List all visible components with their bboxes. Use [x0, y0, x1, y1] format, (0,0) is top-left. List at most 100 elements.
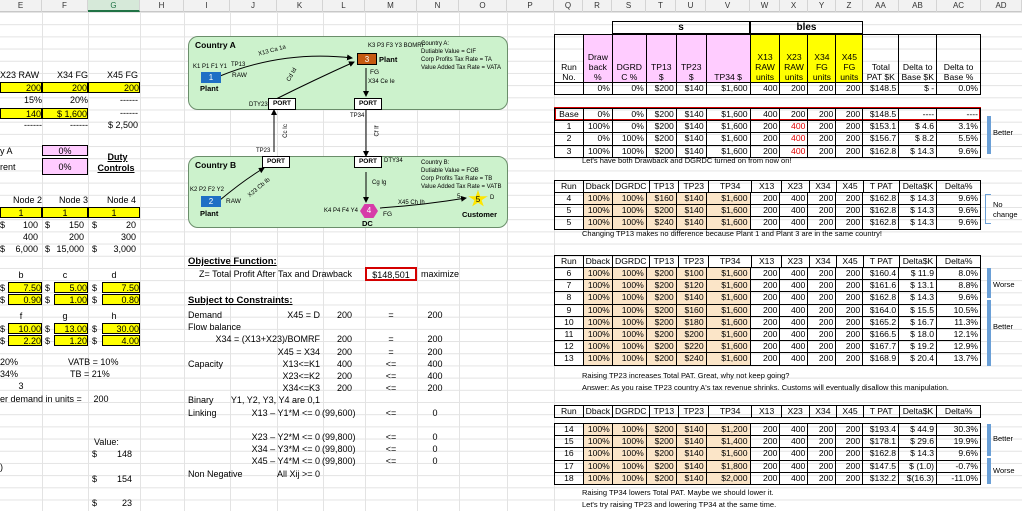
table-cell[interactable]: $ 19.2	[898, 340, 938, 354]
table-cell[interactable]: 100%	[582, 422, 613, 437]
table-cell[interactable]: $ 29.6	[898, 435, 938, 449]
col-header[interactable]: DGRDC	[612, 254, 650, 269]
cell-h1[interactable]: 30.00	[102, 323, 140, 334]
table-cell[interactable]: 100%	[611, 435, 647, 449]
table-cell[interactable]: $166.5	[862, 327, 900, 342]
table-cell[interactable]: 200	[749, 447, 781, 461]
table-cell[interactable]: 200	[807, 191, 837, 206]
table-cell[interactable]: 200	[807, 144, 837, 158]
table-cell[interactable]: $160	[675, 303, 707, 317]
cell-20[interactable]: 20	[88, 220, 136, 231]
table-cell[interactable]: $2,000	[705, 471, 751, 485]
table-cell[interactable]: $153.1	[862, 120, 900, 134]
cell-value-148[interactable]: 148	[100, 449, 132, 460]
col-header-x[interactable]: X	[780, 0, 808, 12]
col-header[interactable]: Run	[554, 179, 584, 194]
col-header-v[interactable]: V	[706, 0, 750, 12]
cell-15000[interactable]: 15,000	[42, 244, 84, 255]
table-cell[interactable]: $160	[645, 191, 677, 206]
table-cell[interactable]: $200	[645, 447, 677, 461]
table-cell[interactable]: 200	[807, 120, 837, 134]
header-value-cell[interactable]: 200	[807, 81, 837, 96]
cell-140[interactable]: 140	[0, 108, 42, 119]
table-cell[interactable]: $200	[645, 352, 677, 366]
table-cell[interactable]: $132.2	[862, 471, 900, 485]
constraint-cell[interactable]: X13 – Y1*M <= 0	[215, 408, 320, 419]
constraint-cell[interactable]: 200	[322, 334, 352, 345]
table-cell[interactable]: $1,600	[705, 352, 751, 366]
table-cell[interactable]: 200	[749, 191, 781, 206]
col-header-aa[interactable]: AA	[863, 0, 899, 12]
table-cell[interactable]: 100%	[582, 191, 613, 206]
table-cell[interactable]: $200	[645, 291, 677, 305]
table-cell[interactable]: 100%	[582, 216, 613, 230]
table-cell[interactable]: $180	[675, 315, 707, 329]
header-value-cell[interactable]: 0%	[582, 81, 613, 96]
table-cell[interactable]: $1,600	[705, 327, 751, 342]
cell-150[interactable]: 150	[42, 220, 84, 231]
table-cell[interactable]: 200	[835, 291, 864, 305]
table-cell[interactable]: $1,600	[705, 132, 751, 146]
cell-f2[interactable]: 2.20	[8, 335, 42, 346]
table-cell[interactable]: $200	[675, 327, 707, 342]
table-cell[interactable]: 200	[835, 352, 864, 366]
cell-b2[interactable]: 0.90	[8, 294, 42, 305]
table-cell[interactable]: 200	[749, 303, 781, 317]
cell-dash2[interactable]: ------	[88, 108, 138, 119]
table-cell[interactable]: 200	[807, 216, 837, 230]
cell-f1[interactable]: 10.00	[8, 323, 42, 334]
col-header-k[interactable]: K	[277, 0, 323, 12]
constraint-cell[interactable]: =	[376, 347, 406, 358]
constraint-cell[interactable]: All Xij >= 0	[215, 469, 320, 480]
constraint-cell[interactable]: =	[376, 334, 406, 345]
table-cell[interactable]: 100%	[582, 447, 613, 461]
col-header[interactable]: TP23	[678, 179, 710, 194]
table-cell[interactable]: 11	[554, 327, 584, 342]
constraint-cell[interactable]: Y1, Y2, Y3, Y4 are 0,1	[215, 395, 320, 406]
col-header[interactable]: X45	[836, 179, 864, 194]
table-cell[interactable]: 400	[779, 191, 809, 206]
col-header-m[interactable]: M	[365, 0, 417, 12]
cell-d2[interactable]: 0.80	[102, 294, 140, 305]
table-cell[interactable]: 19.9%	[936, 435, 981, 449]
table-cell[interactable]: $1,600	[705, 216, 751, 230]
table-cell[interactable]: $200	[645, 132, 677, 146]
constraint-cell[interactable]: (99,600)	[322, 408, 356, 419]
col-header[interactable]: Delta%	[936, 404, 981, 419]
table-cell[interactable]: 200	[807, 435, 837, 449]
cell-g2[interactable]: 1.20	[54, 335, 88, 346]
table-cell[interactable]: $200	[645, 327, 677, 342]
col-header[interactable]: X34 FG units	[807, 34, 837, 83]
table-cell[interactable]: 400	[779, 340, 809, 354]
cell-20pct[interactable]: 20%	[42, 95, 88, 106]
table-cell[interactable]: 400	[779, 266, 809, 281]
table-cell[interactable]: $1,800	[705, 459, 751, 473]
table-cell[interactable]: $1,600	[705, 107, 751, 122]
table-cell[interactable]: 15	[554, 435, 584, 449]
constraint-cell[interactable]: =	[376, 310, 406, 321]
table-cell[interactable]: 100%	[582, 340, 613, 354]
table-cell[interactable]: 9.6%	[936, 291, 981, 305]
table-cell[interactable]: $1,600	[705, 447, 751, 461]
constraint-cell[interactable]: <=	[376, 456, 406, 467]
plant-1-node[interactable]: 1	[201, 72, 221, 83]
table-cell[interactable]: 100%	[582, 279, 613, 293]
col-header[interactable]: Dback	[582, 254, 614, 269]
col-header[interactable]: Delta to Base %	[936, 34, 981, 83]
table-cell[interactable]: 200	[749, 120, 781, 134]
table-cell[interactable]: 9.6%	[936, 191, 981, 206]
table-cell[interactable]: 100%	[611, 422, 647, 437]
table-cell[interactable]: $140	[675, 459, 707, 473]
table-cell[interactable]: 100%	[582, 315, 613, 329]
table-cell[interactable]: $200	[645, 435, 677, 449]
table-cell[interactable]: $156.7	[862, 132, 900, 146]
header-value-cell[interactable]: $140	[675, 81, 707, 96]
table-cell[interactable]: 200	[807, 266, 837, 281]
col-header[interactable]: TP34	[708, 179, 753, 194]
table-cell[interactable]: 10	[554, 315, 584, 329]
table-cell[interactable]: 18	[554, 471, 584, 485]
table-cell[interactable]: 100%	[611, 266, 647, 281]
table-cell[interactable]: 6	[554, 266, 584, 281]
table-cell[interactable]: 200	[807, 447, 837, 461]
header-value-cell[interactable]: 400	[749, 81, 781, 96]
